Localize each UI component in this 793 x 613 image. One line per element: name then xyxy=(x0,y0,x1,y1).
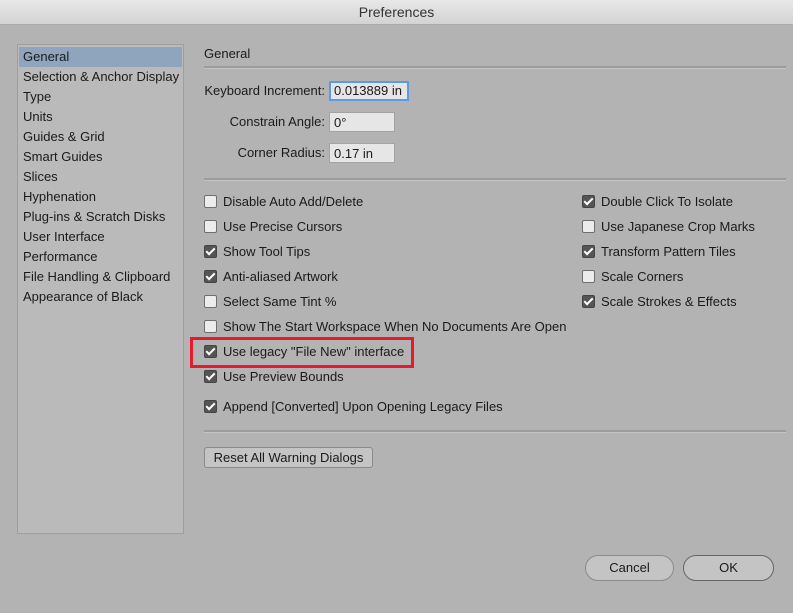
checkbox-label: Scale Corners xyxy=(601,269,684,284)
checkbox[interactable]: Scale Corners xyxy=(582,269,683,285)
checkbox-label: Use Japanese Crop Marks xyxy=(601,219,755,234)
checkbox-label: Show Tool Tips xyxy=(223,244,311,259)
checkbox-box[interactable] xyxy=(582,195,595,208)
reset-warning-dialogs-button[interactable]: Reset All Warning Dialogs xyxy=(204,447,373,468)
checkbox-box[interactable] xyxy=(204,320,217,333)
checkbox-box[interactable] xyxy=(204,400,217,413)
checkbox[interactable]: Double Click To Isolate xyxy=(582,194,733,210)
checkbox-label: Select Same Tint % xyxy=(223,294,337,309)
checkbox-box[interactable] xyxy=(204,245,217,258)
sidebar-item[interactable]: Hyphenation xyxy=(19,187,182,207)
ok-button[interactable]: OK xyxy=(683,555,774,581)
checkbox[interactable]: Anti-aliased Artwork xyxy=(204,269,338,285)
sidebar-item[interactable]: Appearance of Black xyxy=(19,287,182,307)
checkbox-box[interactable] xyxy=(204,370,217,383)
checkbox[interactable]: Use Precise Cursors xyxy=(204,219,342,235)
field-input[interactable]: 0.17 in xyxy=(329,143,395,163)
field-input[interactable]: 0.013889 in xyxy=(329,81,409,101)
cancel-button[interactable]: Cancel xyxy=(585,555,674,581)
checkbox[interactable]: Disable Auto Add/Delete xyxy=(204,194,363,210)
checkbox-box[interactable] xyxy=(582,220,595,233)
divider xyxy=(204,178,786,181)
field-input[interactable]: 0° xyxy=(329,112,395,132)
checkbox-box[interactable] xyxy=(204,220,217,233)
field-label: Corner Radius: xyxy=(237,145,325,160)
window-title: Preferences xyxy=(358,4,435,20)
sidebar-item[interactable]: File Handling & Clipboard xyxy=(19,267,182,287)
checkbox-label: Double Click To Isolate xyxy=(601,194,733,209)
checkbox-label: Scale Strokes & Effects xyxy=(601,294,737,309)
title-bar: Preferences xyxy=(0,0,793,25)
checkbox-label: Anti-aliased Artwork xyxy=(223,269,338,284)
sidebar-item[interactable]: General xyxy=(19,47,182,67)
checkbox-box[interactable] xyxy=(204,270,217,283)
checkbox[interactable]: Transform Pattern Tiles xyxy=(582,244,736,260)
checkbox-label: Disable Auto Add/Delete xyxy=(223,194,364,209)
checkbox[interactable]: Append [Converted] Upon Opening Legacy F… xyxy=(204,399,503,415)
checkbox[interactable]: Select Same Tint % xyxy=(204,294,336,310)
highlight-box xyxy=(190,337,414,368)
checkbox[interactable]: Use Preview Bounds xyxy=(204,369,344,385)
checkbox-label: Transform Pattern Tiles xyxy=(601,244,736,259)
checkbox-box[interactable] xyxy=(582,295,595,308)
sidebar-item[interactable]: Plug-ins & Scratch Disks xyxy=(19,207,182,227)
divider xyxy=(204,66,786,69)
checkbox-label: Show The Start Workspace When No Documen… xyxy=(223,319,567,334)
checkbox-box[interactable] xyxy=(204,195,217,208)
checkbox[interactable]: Scale Strokes & Effects xyxy=(582,294,737,310)
checkbox-label: Use Preview Bounds xyxy=(223,369,344,384)
checkbox-label: Use Precise Cursors xyxy=(223,219,343,234)
section-title: General xyxy=(204,46,251,61)
divider xyxy=(204,430,786,433)
checkbox-box[interactable] xyxy=(582,270,595,283)
checkbox[interactable]: Show The Start Workspace When No Documen… xyxy=(204,319,566,335)
sidebar-item[interactable]: User Interface xyxy=(19,227,182,247)
field-label: Constrain Angle: xyxy=(229,114,325,129)
sidebar-item[interactable]: Slices xyxy=(19,167,182,187)
checkbox[interactable]: Show Tool Tips xyxy=(204,244,310,260)
sidebar-item[interactable]: Performance xyxy=(19,247,182,267)
checkbox-label: Append [Converted] Upon Opening Legacy F… xyxy=(223,399,503,414)
checkbox-box[interactable] xyxy=(582,245,595,258)
checkbox[interactable]: Use Japanese Crop Marks xyxy=(582,219,755,235)
checkbox-box[interactable] xyxy=(204,295,217,308)
field-label: Keyboard Increment: xyxy=(204,83,325,98)
